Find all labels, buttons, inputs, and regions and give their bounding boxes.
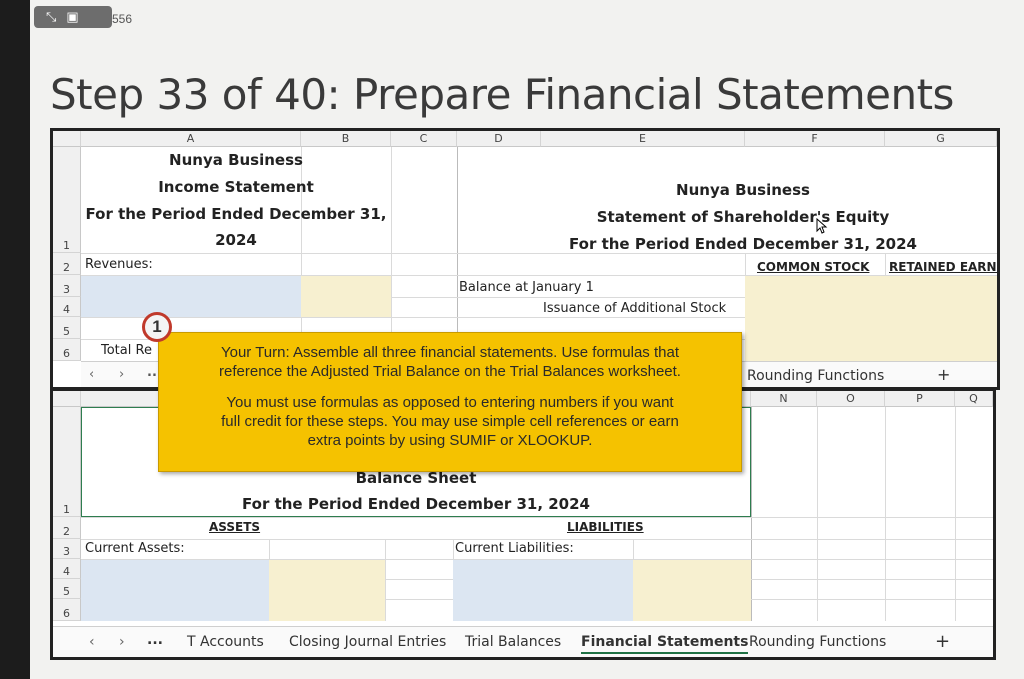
row-header[interactable]: 6 bbox=[53, 599, 81, 621]
balance-jan-label[interactable]: Balance at January 1 bbox=[459, 280, 594, 295]
callout-line: extra points by using SUMIF or XLOOKUP. bbox=[307, 432, 593, 449]
revenue-amount-cell[interactable] bbox=[301, 276, 391, 317]
slide-toolbar[interactable]: ⤡ ▣ bbox=[34, 6, 112, 28]
balance-sheet-period[interactable]: For the Period Ended December 31, 2024 bbox=[81, 495, 751, 513]
current-assets-label[interactable]: Current Assets: bbox=[85, 541, 185, 556]
revenue-input-cell[interactable] bbox=[81, 276, 301, 317]
instruction-callout: Your Turn: Assemble all three financial … bbox=[158, 332, 742, 472]
asset-input-cells[interactable] bbox=[81, 560, 269, 621]
step-badge: 1 bbox=[142, 312, 172, 342]
row-header[interactable]: 4 bbox=[53, 559, 81, 579]
mouse-cursor-icon bbox=[816, 218, 828, 234]
add-sheet-icon[interactable]: + bbox=[935, 631, 950, 652]
add-sheet-icon[interactable]: + bbox=[937, 365, 950, 384]
row-header[interactable]: 5 bbox=[53, 317, 81, 339]
equity-amount-cells[interactable] bbox=[745, 276, 997, 361]
income-company-name[interactable]: Nunya Business bbox=[81, 151, 391, 169]
current-liabilities-label[interactable]: Current Liabilities: bbox=[455, 541, 574, 556]
page-title: Step 33 of 40: Prepare Financial Stateme… bbox=[50, 70, 954, 119]
more-sheets-icon[interactable]: ... bbox=[147, 632, 163, 648]
row-header[interactable]: 2 bbox=[53, 517, 81, 539]
revenues-label[interactable]: Revenues: bbox=[85, 257, 153, 272]
tab-rounding-functions[interactable]: Rounding Functions bbox=[749, 634, 886, 650]
row-header[interactable]: 2 bbox=[53, 253, 81, 275]
tab-financial-statements[interactable]: Financial Statements bbox=[581, 634, 749, 654]
row-header[interactable]: 5 bbox=[53, 579, 81, 599]
callout-line: Your Turn: Assemble all three financial … bbox=[220, 344, 679, 361]
screen-icon[interactable]: ▣ bbox=[66, 9, 78, 25]
liabilities-header[interactable]: LIABILITIES bbox=[567, 520, 644, 534]
row-header[interactable]: 1 bbox=[53, 147, 81, 253]
liability-input-cells[interactable] bbox=[453, 560, 633, 621]
col-header[interactable]: G bbox=[885, 131, 997, 147]
col-header[interactable]: A bbox=[81, 131, 301, 147]
liability-amount-cells[interactable] bbox=[633, 560, 751, 621]
row-header[interactable]: 1 bbox=[53, 407, 81, 517]
retained-earnings-header[interactable]: RETAINED EARNI bbox=[889, 260, 997, 274]
col-header[interactable]: B bbox=[301, 131, 391, 147]
callout-line: full credit for these steps. You may use… bbox=[221, 413, 679, 430]
col-header[interactable]: C bbox=[391, 131, 457, 147]
equity-period[interactable]: For the Period Ended December 31, 2024 bbox=[457, 235, 1024, 253]
tab-trial-balances[interactable]: Trial Balances bbox=[465, 634, 561, 650]
col-header[interactable]: F bbox=[745, 131, 885, 147]
next-sheet-icon[interactable]: › bbox=[119, 634, 125, 650]
row-header[interactable]: 4 bbox=[53, 297, 81, 317]
col-header[interactable]: D bbox=[457, 131, 541, 147]
select-all-corner[interactable] bbox=[53, 131, 81, 147]
select-all-corner[interactable] bbox=[53, 391, 81, 407]
tab-t-accounts[interactable]: T Accounts bbox=[187, 634, 264, 650]
row-header[interactable]: 3 bbox=[53, 275, 81, 297]
common-stock-header[interactable]: COMMON STOCK bbox=[757, 260, 869, 274]
next-sheet-icon[interactable]: › bbox=[119, 367, 124, 382]
tab-rounding-functions[interactable]: Rounding Functions bbox=[747, 368, 884, 384]
income-period-line2[interactable]: 2024 bbox=[81, 231, 391, 249]
col-header[interactable]: P bbox=[885, 391, 955, 407]
col-header[interactable]: E bbox=[541, 131, 745, 147]
slide-number: 556 bbox=[112, 12, 133, 26]
col-header[interactable]: Q bbox=[955, 391, 993, 407]
expand-icon[interactable]: ⤡ bbox=[46, 9, 56, 25]
col-header[interactable]: O bbox=[817, 391, 885, 407]
assets-header[interactable]: ASSETS bbox=[209, 520, 260, 534]
asset-amount-cells[interactable] bbox=[269, 560, 385, 621]
tab-closing-journal-entries[interactable]: Closing Journal Entries bbox=[289, 634, 446, 650]
issuance-label[interactable]: Issuance of Additional Stock bbox=[543, 301, 726, 316]
row-header[interactable]: 6 bbox=[53, 339, 81, 361]
income-statement-title[interactable]: Income Statement bbox=[81, 178, 391, 196]
col-header[interactable]: N bbox=[751, 391, 817, 407]
equity-statement-title[interactable]: Statement of Shareholder's Equity bbox=[457, 208, 1024, 226]
prev-sheet-icon[interactable]: ‹ bbox=[89, 634, 95, 650]
sheet-tab-bar: ‹ › ... T Accounts Closing Journal Entri… bbox=[53, 626, 993, 657]
income-period-line1[interactable]: For the Period Ended December 31, bbox=[81, 205, 391, 223]
callout-line: reference the Adjusted Trial Balance on … bbox=[219, 363, 681, 380]
prev-sheet-icon[interactable]: ‹ bbox=[89, 367, 94, 382]
row-header[interactable]: 3 bbox=[53, 539, 81, 559]
total-revenues-label[interactable]: Total Re bbox=[101, 343, 152, 358]
equity-company-name[interactable]: Nunya Business bbox=[457, 181, 1024, 199]
callout-line: You must use formulas as opposed to ente… bbox=[226, 394, 674, 411]
